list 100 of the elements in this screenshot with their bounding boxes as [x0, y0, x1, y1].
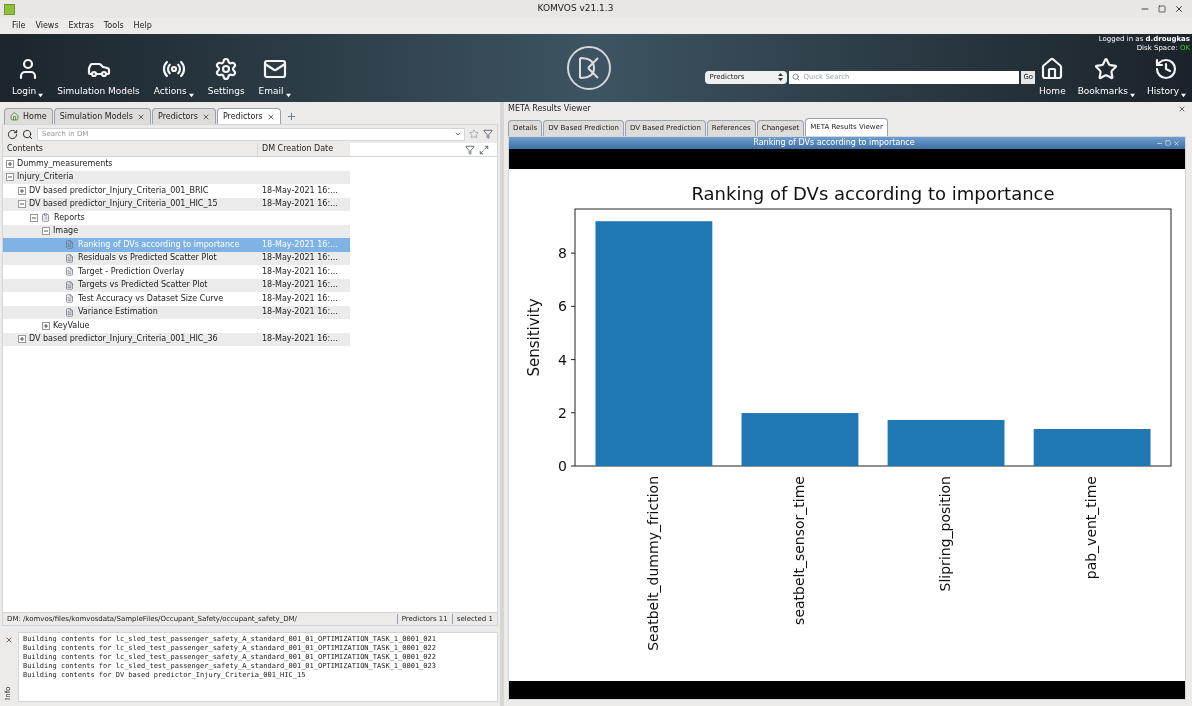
- caret-icon: [38, 93, 44, 98]
- collapse-icon[interactable]: [42, 227, 50, 236]
- close-icon[interactable]: [1174, 4, 1184, 14]
- date-cell-text: 18-May-2021 16:...: [261, 184, 339, 197]
- tree-item-label: Image: [53, 225, 79, 238]
- filter-icon[interactable]: [483, 129, 493, 139]
- menu-item[interactable]: File: [12, 20, 26, 32]
- tree-item-label: DV based predictor_Injury_Criteria_001_HIC_15: [29, 198, 218, 211]
- tab[interactable]: Predictors: [216, 108, 281, 124]
- y-tick-label: 0: [558, 458, 567, 474]
- tree-item-label: Targets vs Predicted Scatter Plot: [78, 279, 208, 292]
- home-icon: [1040, 56, 1065, 81]
- tree-item-label: KeyValue: [53, 319, 90, 332]
- tree-item-label: Injury_Criteria: [17, 171, 74, 184]
- logo-icon: [567, 46, 611, 90]
- menu-item[interactable]: Tools: [103, 20, 124, 32]
- document-icon: [65, 267, 74, 277]
- tree-item-label: Target - Prediction Overlay: [78, 265, 185, 278]
- tree-item-label: Variance Estimation: [78, 306, 158, 319]
- toolbar-button[interactable]: Bookmarks: [1073, 53, 1139, 102]
- y-tick-label: 2: [558, 404, 567, 421]
- add-tab-icon[interactable]: [285, 111, 297, 122]
- date-cell-text: 18-May-2021 16:...: [261, 292, 339, 305]
- toolbar-button[interactable]: History: [1142, 53, 1190, 102]
- plot-window-title: Ranking of DVs according to importance: [752, 138, 916, 148]
- x-tick-label: Slipring_position: [937, 476, 954, 592]
- expand-icon[interactable]: [6, 159, 14, 168]
- column-header[interactable]: Contents: [3, 143, 258, 156]
- x-tick-label: Seatbelt_dummy_friction: [644, 476, 661, 651]
- tree-item-label: Dummy_measurements: [17, 157, 113, 170]
- column-header[interactable]: DM Creation Date: [258, 143, 350, 156]
- document-icon: [65, 253, 74, 263]
- document-icon: [65, 280, 74, 290]
- star-icon: [1094, 56, 1119, 81]
- y-tick: 4: [558, 351, 576, 368]
- refresh-icon[interactable]: [7, 128, 18, 140]
- document-icon: [65, 307, 74, 317]
- toolbar-button[interactable]: Home: [1035, 53, 1070, 102]
- dropdown-icon[interactable]: [454, 130, 462, 138]
- collapse-icon[interactable]: [18, 200, 26, 209]
- history-icon: [1154, 56, 1179, 81]
- document-icon: [65, 240, 74, 250]
- tree-item-label: Residuals vs Predicted Scatter Plot: [78, 252, 217, 265]
- toolbar-button[interactable]: Login: [8, 34, 48, 102]
- expand-icon[interactable]: [479, 144, 489, 155]
- date-cell-text: 18-May-2021 16:...: [261, 198, 339, 211]
- menu-item[interactable]: Views: [35, 20, 59, 32]
- window-title: KOMVOS v21.1.3: [536, 2, 615, 16]
- filter-icon[interactable]: [465, 144, 475, 155]
- app-icon: [4, 3, 15, 15]
- y-tick-label: 8: [558, 245, 567, 262]
- spinner-arrows-icon: [778, 73, 784, 81]
- y-tick: 8: [558, 245, 576, 262]
- caret-icon: [285, 93, 291, 98]
- tree-item-label: DV based predictor_Injury_Criteria_001_BRIC: [29, 184, 209, 197]
- caret-icon: [1129, 93, 1135, 98]
- caret-icon: [1181, 93, 1186, 98]
- panel-title: META Results Viewer: [508, 103, 592, 115]
- star-icon[interactable]: [469, 129, 479, 139]
- report-icon: [41, 213, 50, 223]
- collapse-icon[interactable]: [30, 213, 38, 222]
- tree-item-label: Reports: [54, 211, 85, 224]
- y-tick: 2: [558, 404, 576, 421]
- y-axis-label: Sensitivity: [525, 298, 543, 377]
- chart-title: Ranking of DVs according to importance: [691, 183, 1055, 204]
- date-cell-text: 18-May-2021 16:...: [261, 306, 339, 319]
- tree-item-label: DV based predictor_Injury_Criteria_001_HIC_36: [29, 333, 218, 346]
- expand-icon[interactable]: [42, 321, 50, 330]
- settings-icon: [214, 56, 239, 81]
- toolbar-button[interactable]: Email: [254, 34, 295, 102]
- close-icon[interactable]: [1178, 105, 1186, 113]
- close-icon[interactable]: [201, 112, 210, 121]
- y-tick-label: 4: [558, 351, 568, 368]
- close-icon[interactable]: [136, 112, 145, 121]
- tree-item-label: Ranking of DVs according to importance: [78, 238, 240, 251]
- collapse-icon[interactable]: [6, 173, 14, 182]
- caret-icon: [188, 93, 194, 98]
- maximize-icon[interactable]: [1158, 5, 1166, 13]
- date-cell-text: 18-May-2021 16:...: [261, 238, 339, 251]
- date-cell-text: 18-May-2021 16:...: [261, 265, 339, 278]
- y-tick-label: 6: [558, 298, 568, 315]
- y-tick: 6: [558, 298, 576, 315]
- menu-item[interactable]: Extras: [68, 20, 94, 32]
- tab[interactable]: Home: [4, 108, 53, 124]
- menu-item[interactable]: Help: [133, 20, 152, 32]
- tab[interactable]: Simulation Models: [53, 108, 151, 124]
- search-icon[interactable]: [22, 128, 33, 140]
- document-icon: [65, 294, 74, 304]
- toolbar-button[interactable]: Simulation Models: [53, 34, 144, 102]
- close-icon[interactable]: [5, 636, 13, 644]
- toolbar-button[interactable]: Actions: [149, 34, 198, 102]
- expand-icon[interactable]: [18, 335, 26, 344]
- x-tick-label: seatbelt_sensor_time: [790, 476, 807, 625]
- toolbar-button[interactable]: Settings: [203, 34, 249, 102]
- expand-icon[interactable]: [18, 186, 26, 195]
- date-cell-text: 18-May-2021 16:...: [261, 252, 339, 265]
- date-cell-text: 18-May-2021 16:...: [261, 333, 339, 346]
- tab[interactable]: Predictors: [151, 108, 216, 124]
- x-tick-label: pab_vent_time: [1083, 476, 1100, 580]
- close-icon[interactable]: [266, 112, 275, 121]
